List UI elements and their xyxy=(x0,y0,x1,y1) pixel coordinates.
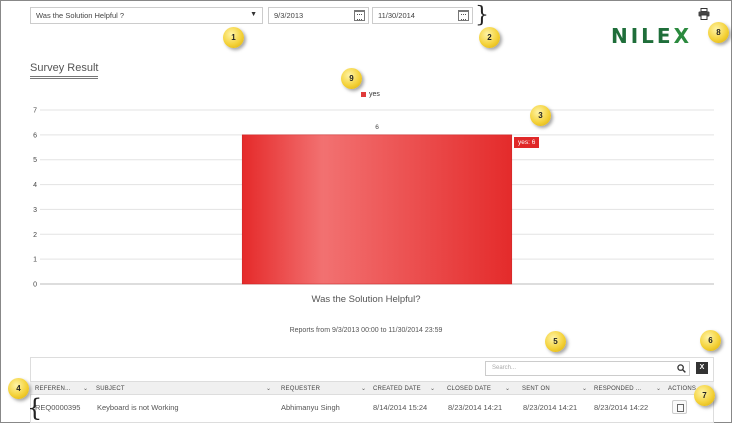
callout-5: 5 xyxy=(545,331,566,352)
callout-6: 6 xyxy=(700,330,721,351)
chevron-down-icon: ▼ xyxy=(250,11,257,18)
col-responded[interactable]: RESPONDED ... ⌄ xyxy=(594,382,661,396)
y-tick-label: 2 xyxy=(33,232,37,239)
chevron-down-icon: ⌄ xyxy=(505,386,511,392)
y-tick-label: 1 xyxy=(33,257,37,264)
chevron-down-icon: ⌄ xyxy=(361,386,367,392)
col-requester[interactable]: REQUESTER ⌄ xyxy=(281,382,366,396)
y-tick-label: 5 xyxy=(33,157,37,164)
cell-sent: 8/23/2014 14:21 xyxy=(523,403,578,412)
bar-data-label: 6 xyxy=(375,124,379,131)
col-sent-on[interactable]: SENT ON ⌄ xyxy=(522,382,587,396)
chevron-down-icon: ⌄ xyxy=(656,386,662,392)
callout-1: 1 xyxy=(223,27,244,48)
chevron-down-icon: ⌄ xyxy=(266,386,272,392)
date-from-field[interactable]: 9/3/2013 xyxy=(268,7,369,24)
page-title: Survey Result xyxy=(30,62,99,74)
calendar-icon[interactable] xyxy=(458,10,469,21)
legend-swatch xyxy=(361,91,366,97)
chevron-down-icon: ⌄ xyxy=(582,386,588,392)
search-placeholder: Search... xyxy=(492,365,517,371)
row-brace: { xyxy=(27,394,43,422)
callout-7: 7 xyxy=(694,385,715,406)
chevron-down-icon: ⌄ xyxy=(430,386,436,392)
grid-header: REFEREN... ⌄ SUBJECT ⌄ REQUESTER ⌄ CREATED … xyxy=(30,381,714,395)
search-icon[interactable] xyxy=(677,364,686,373)
callout-8: 8 xyxy=(708,22,729,43)
col-created-date[interactable]: CREATED DATE ⌄ xyxy=(373,382,435,396)
col-subject[interactable]: SUBJECT ⌄ xyxy=(96,382,271,396)
cell-created: 8/14/2014 15:24 xyxy=(373,403,428,412)
col-actions: ACTIONS xyxy=(668,386,697,392)
y-tick-label: 4 xyxy=(33,182,37,189)
legend-label: yes xyxy=(369,91,380,98)
survey-bar-chart: 0 1 2 3 4 5 6 7 6 xyxy=(33,108,714,289)
callout-2: 2 xyxy=(479,27,500,48)
nilex-logo: NILEX xyxy=(611,24,693,48)
col-closed-date[interactable]: CLOSED DATE ⌄ xyxy=(447,382,510,396)
excel-export-icon[interactable]: X xyxy=(696,362,708,374)
date-range-brace: } xyxy=(475,3,489,28)
calendar-icon[interactable] xyxy=(354,10,365,21)
callout-4: 4 xyxy=(8,378,29,399)
printer-icon[interactable] xyxy=(698,8,710,20)
cell-subject: Keyboard is not Working xyxy=(97,403,179,412)
table-row[interactable]: REQ0000395 Keyboard is not Working Abhim… xyxy=(30,398,714,420)
report-range-text: Reports from 9/3/2013 00:00 to 11/30/201… xyxy=(289,327,443,334)
cell-responded: 8/23/2014 14:22 xyxy=(594,403,649,412)
callout-3: 3 xyxy=(530,105,551,126)
y-tick-label: 6 xyxy=(33,132,37,139)
callout-9: 9 xyxy=(341,68,362,89)
search-input[interactable]: Search... xyxy=(485,361,690,376)
y-tick-label: 0 xyxy=(33,282,37,289)
bar-tooltip: yes: 6 xyxy=(514,137,540,148)
y-tick-label: 3 xyxy=(33,207,37,214)
question-select[interactable]: Was the Solution Helpful ? ▼ xyxy=(30,7,263,24)
date-to-field[interactable]: 11/30/2014 xyxy=(372,7,473,24)
date-from-value: 9/3/2013 xyxy=(274,11,304,20)
question-select-value: Was the Solution Helpful ? xyxy=(36,11,125,20)
chevron-down-icon: ⌄ xyxy=(83,386,89,392)
chart-legend[interactable]: yes xyxy=(361,91,380,98)
chart-title: Was the Solution Helpful? xyxy=(311,294,421,305)
view-details-button[interactable] xyxy=(672,400,687,414)
y-tick-label: 7 xyxy=(33,108,37,115)
date-to-value: 11/30/2014 xyxy=(378,11,415,20)
cell-requester: Abhimanyu Singh xyxy=(281,403,340,412)
bar xyxy=(241,134,513,285)
title-underline xyxy=(30,76,98,79)
cell-closed: 8/23/2014 14:21 xyxy=(448,403,503,412)
